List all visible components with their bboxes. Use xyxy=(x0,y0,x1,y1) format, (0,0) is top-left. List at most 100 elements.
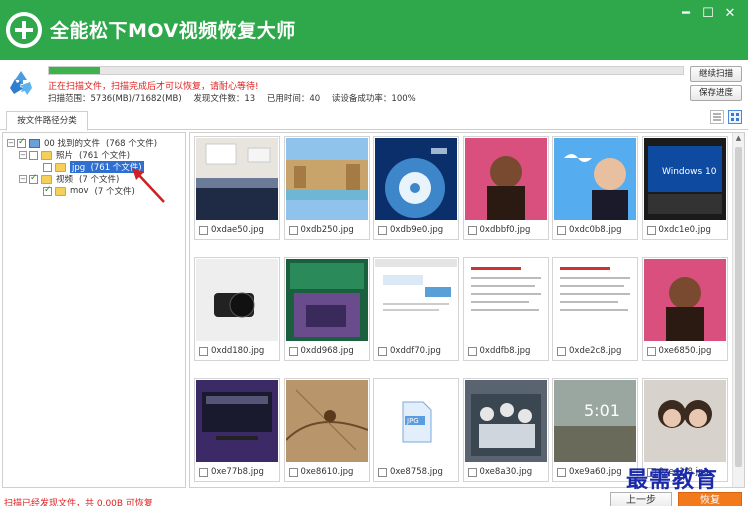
thumbnail-card[interactable]: 0xdae50.jpg xyxy=(194,136,280,240)
thumbnail-checkbox[interactable] xyxy=(288,225,298,235)
thumbnail-card[interactable]: 0xdb9e0.jpg xyxy=(373,136,459,240)
thumbnail-checkbox[interactable] xyxy=(467,225,477,235)
recover-button[interactable]: 恢复 xyxy=(678,492,742,506)
thumbnail-card[interactable]: 0xe8610.jpg xyxy=(283,378,370,482)
document-screenshot xyxy=(554,259,636,341)
thumbnail-checkbox[interactable] xyxy=(378,225,387,235)
folder-icon xyxy=(55,186,66,196)
list-view-icon[interactable] xyxy=(710,110,724,124)
tree-root-checkbox[interactable] xyxy=(17,137,26,148)
continue-scan-button[interactable]: 继续扫描 xyxy=(690,66,742,82)
tab-by-path[interactable]: 按文件路径分类 xyxy=(6,111,88,131)
fountain-photo xyxy=(285,138,368,220)
tab-bar: 按文件路径分类 xyxy=(0,106,748,131)
thumbnail-card[interactable]: 0xdb250.jpg xyxy=(283,136,370,240)
thumbnail-filename: 0xddfb8.jpg xyxy=(479,346,531,356)
tree-root[interactable]: − 00 找到的文件 (768 个文件) xyxy=(7,137,157,149)
grid-view-icon[interactable] xyxy=(728,110,742,124)
watermark-logo: 最需教育 xyxy=(626,467,719,493)
thumbnail-checkbox[interactable] xyxy=(467,346,477,356)
tree-pictures-checkbox[interactable] xyxy=(29,150,38,160)
thumbnail-card[interactable]: Windows 10 0xdc1e0.jpg xyxy=(641,136,728,240)
camera-photo xyxy=(196,259,278,341)
app-title: 全能松下MOV视频恢复大师 xyxy=(50,20,296,42)
thumbnail-checkbox[interactable] xyxy=(199,467,208,477)
thumbnail-filename: 0xdae50.jpg xyxy=(211,225,264,235)
thumbnail-card[interactable]: 0xde2c8.jpg xyxy=(552,257,638,361)
thumbnail-checkbox[interactable] xyxy=(557,467,566,477)
webpage-screenshot xyxy=(375,259,457,341)
tree-pictures[interactable]: − 照片 (761 个文件) xyxy=(19,149,130,161)
thumbnail-card[interactable]: 0xe8a30.jpg xyxy=(462,378,549,482)
thumbnail-filename: 0xe8a30.jpg xyxy=(479,467,533,477)
satellite-photo xyxy=(375,138,457,220)
footer-status: 扫描已经发现文件，共 0.00B 可恢复 xyxy=(4,499,153,506)
thumbnail-checkbox[interactable] xyxy=(288,467,298,477)
thumbnail-checkbox[interactable] xyxy=(557,346,566,356)
map-photo xyxy=(285,380,368,462)
elapsed-time: 已用时间：40 xyxy=(266,94,321,104)
scroll-up-icon[interactable]: ▲ xyxy=(734,134,743,143)
scan-warning-text: 正在扫描文件，扫描完成后才可以恢复，请耐心等待! xyxy=(48,82,259,92)
thumbnail-card[interactable]: 0xdd968.jpg xyxy=(283,257,370,361)
previous-step-button[interactable]: 上一步 xyxy=(610,492,672,506)
tree-jpg-checkbox[interactable] xyxy=(43,162,52,172)
scroll-thumb[interactable] xyxy=(735,147,742,467)
tree-videos[interactable]: − 视频 (7 个文件) xyxy=(19,173,119,185)
computer-icon xyxy=(29,138,40,148)
collapse-icon[interactable]: − xyxy=(19,151,27,159)
portrait-photo xyxy=(464,138,547,220)
astronauts-photo xyxy=(464,380,547,462)
thumbnail-checkbox[interactable] xyxy=(288,346,298,356)
thumbnail-filename: 0xe6850.jpg xyxy=(658,346,712,356)
scan-progress-fill xyxy=(49,67,100,74)
thumbnail-checkbox[interactable] xyxy=(646,346,656,356)
thumbnail-checkbox[interactable] xyxy=(378,346,387,356)
vertical-scrollbar[interactable]: ▲ xyxy=(732,133,744,487)
windows-screenshot: Windows 10 xyxy=(643,138,726,220)
thumbnail-filename: 0xdb250.jpg xyxy=(300,225,354,235)
thumbnail-card[interactable]: 0xddf70.jpg xyxy=(373,257,459,361)
thumbnail-checkbox[interactable] xyxy=(378,467,387,477)
thumbnail-checkbox[interactable] xyxy=(467,467,477,477)
thumbnail-filename: 0xe8610.jpg xyxy=(300,467,354,477)
poster-image xyxy=(285,259,368,341)
document-screenshot xyxy=(464,259,547,341)
maximize-button[interactable]: ☐ xyxy=(700,6,716,22)
lockscreen-photo: 5:01 xyxy=(554,380,636,462)
tree-videos-checkbox[interactable] xyxy=(29,173,38,184)
collapse-icon[interactable]: − xyxy=(19,175,27,183)
thumbnail-filename: 0xdbbf0.jpg xyxy=(479,225,531,235)
desktop-screenshot xyxy=(196,380,278,462)
close-button[interactable]: ✕ xyxy=(722,6,738,22)
save-progress-button[interactable]: 保存进度 xyxy=(690,85,742,101)
thumbnail-filename: 0xdd968.jpg xyxy=(300,346,354,356)
thumbnail-filename: 0xddf70.jpg xyxy=(390,346,441,356)
thumbnail-checkbox[interactable] xyxy=(199,225,208,235)
minimize-button[interactable]: ━ xyxy=(678,6,694,22)
thumbnail-card[interactable]: 0xdbbf0.jpg xyxy=(462,136,549,240)
annotation-arrow-icon xyxy=(132,168,165,203)
app-logo-icon xyxy=(6,12,42,48)
thumbnail-card[interactable]: 0xddfb8.jpg xyxy=(462,257,549,361)
thumbnail-filename: 0xde2c8.jpg xyxy=(569,346,622,356)
twitter-photo xyxy=(554,138,636,220)
portrait-photo xyxy=(643,259,726,341)
recycle-icon xyxy=(10,71,32,95)
thumbnail-checkbox[interactable] xyxy=(199,346,208,356)
thumbnail-card[interactable]: 0xe77b8.jpg xyxy=(194,378,280,482)
thumbnail-checkbox[interactable] xyxy=(646,225,656,235)
svg-text:5:01: 5:01 xyxy=(584,401,620,420)
thumbnail-card[interactable]: 0xe6850.jpg xyxy=(641,257,728,361)
thumbnail-filename: 0xdb9e0.jpg xyxy=(390,225,444,235)
tree-mov-checkbox[interactable] xyxy=(43,185,52,196)
tree-mov[interactable]: mov (7 个文件) xyxy=(43,185,135,197)
thumbnail-card[interactable]: 0xdc0b8.jpg xyxy=(552,136,638,240)
thumbnail-card[interactable]: 0xdd180.jpg xyxy=(194,257,280,361)
thumbnail-card[interactable]: JPG 0xe8758.jpg xyxy=(373,378,459,482)
svg-text:JPG: JPG xyxy=(406,417,419,425)
jpg-file-icon: JPG xyxy=(375,380,457,462)
collapse-icon[interactable]: − xyxy=(7,139,15,147)
folder-icon xyxy=(55,162,66,172)
thumbnail-checkbox[interactable] xyxy=(557,225,566,235)
